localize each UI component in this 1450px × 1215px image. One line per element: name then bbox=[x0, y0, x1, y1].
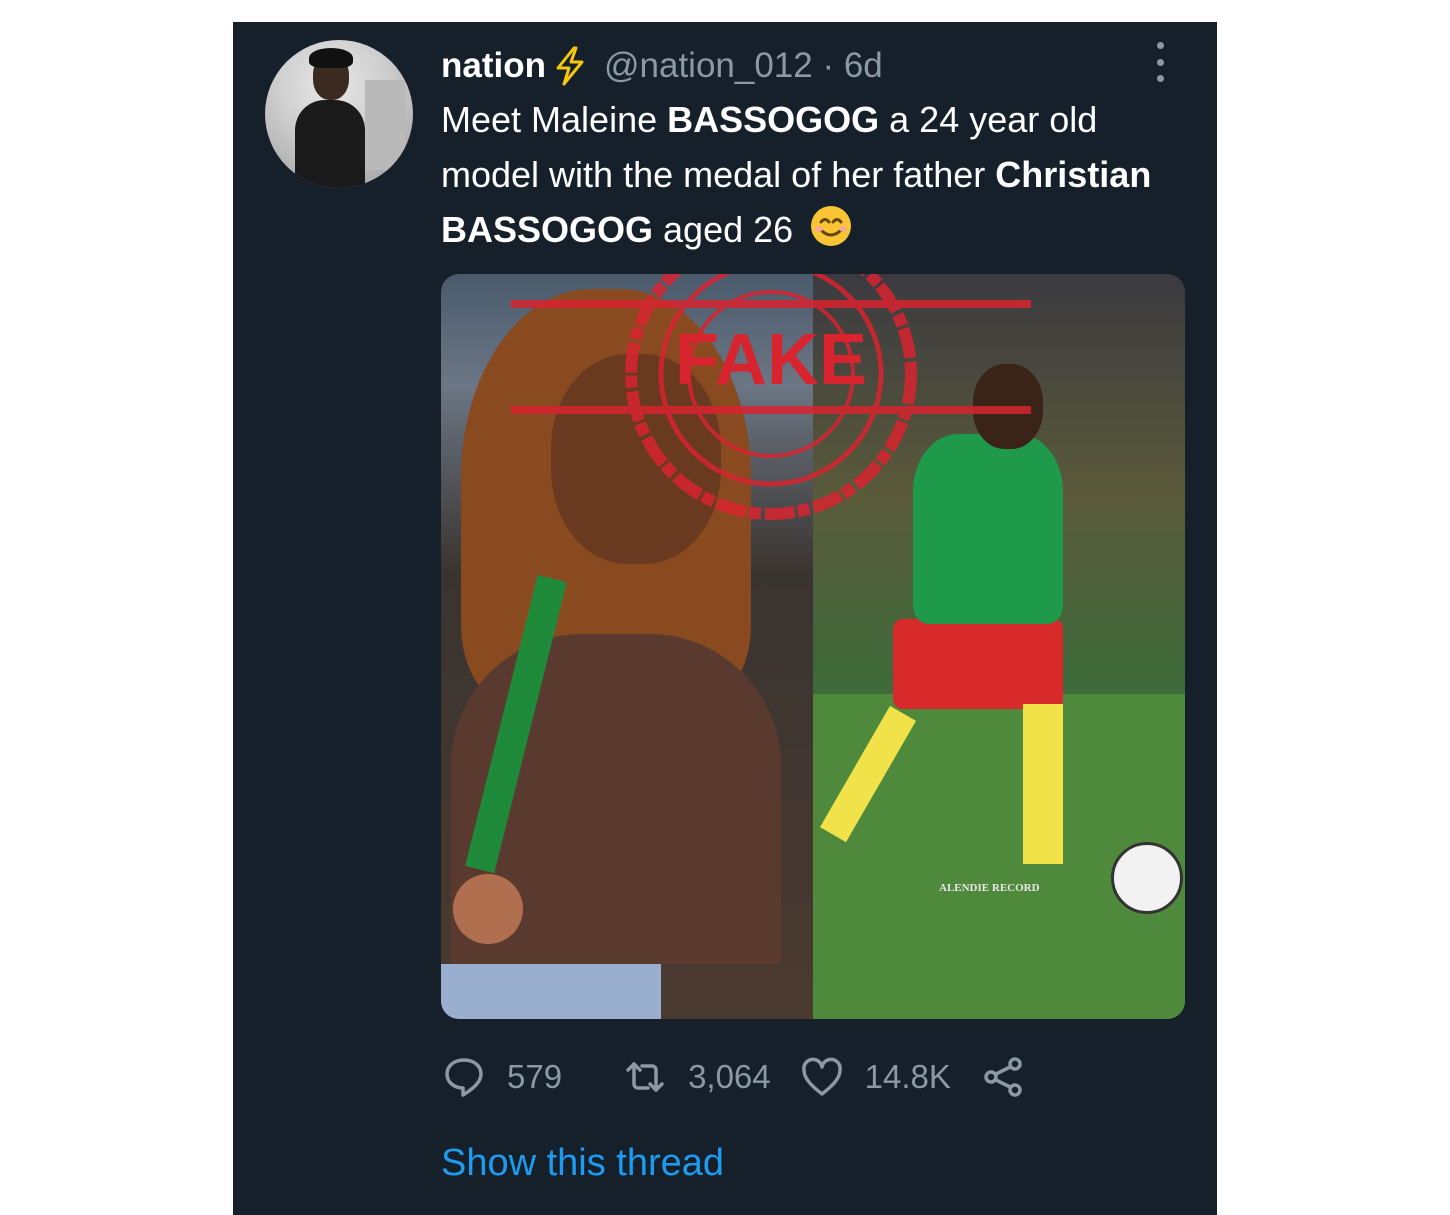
lightning-bolt-icon bbox=[552, 46, 588, 86]
avatar-background-shelf bbox=[365, 80, 405, 170]
retweet-count: 3,064 bbox=[688, 1058, 771, 1095]
avatar-hair bbox=[309, 48, 353, 68]
avatar[interactable] bbox=[265, 40, 413, 188]
player-shorts bbox=[893, 619, 1063, 709]
football bbox=[1111, 842, 1183, 914]
tweet-text: Meet Maleine BASSOGOG a 24 year old mode… bbox=[441, 92, 1201, 257]
retweet-button[interactable]: 3,064 bbox=[622, 1054, 771, 1100]
tweet-text-bold1: BASSOGOG bbox=[667, 99, 880, 140]
retweet-icon bbox=[626, 1062, 664, 1092]
heart-icon bbox=[801, 1057, 842, 1096]
like-button[interactable]: 14.8K bbox=[799, 1054, 951, 1100]
player-leg-right bbox=[1023, 704, 1063, 864]
author-handle-and-time[interactable]: @nation_012 · 6d bbox=[604, 46, 883, 86]
stamp-text: FAKE bbox=[675, 320, 867, 400]
share-icon bbox=[984, 1057, 1022, 1097]
smiling-face-emoji-icon bbox=[809, 204, 853, 248]
avatar-body bbox=[295, 100, 365, 188]
tweet-header: nation @nation_012 · 6d bbox=[441, 44, 883, 88]
tweet-card: nation @nation_012 · 6d Meet Maleine BAS… bbox=[233, 22, 1217, 1215]
medal bbox=[453, 874, 523, 944]
reply-icon bbox=[445, 1058, 483, 1097]
share-button[interactable] bbox=[981, 1054, 1027, 1100]
like-count: 14.8K bbox=[864, 1058, 951, 1095]
tweet-media-image[interactable]: ALENDIE RECORD FAKE bbox=[441, 274, 1185, 1019]
reply-count: 579 bbox=[507, 1058, 563, 1095]
photo-watermark: ALENDIE RECORD bbox=[939, 882, 1040, 894]
tweet-text-part3: aged 26 bbox=[653, 209, 804, 250]
tweet-actions: 579 3,064 14.8K bbox=[441, 1052, 1091, 1102]
more-options-icon[interactable] bbox=[1153, 42, 1167, 82]
author-name[interactable]: nation bbox=[441, 46, 546, 86]
show-thread-link[interactable]: Show this thread bbox=[441, 1142, 724, 1185]
tweet-text-part1: Meet Maleine bbox=[441, 99, 668, 140]
reply-button[interactable]: 579 bbox=[441, 1054, 562, 1100]
woman-jeans bbox=[441, 964, 661, 1019]
fake-stamp: FAKE bbox=[511, 274, 1031, 520]
